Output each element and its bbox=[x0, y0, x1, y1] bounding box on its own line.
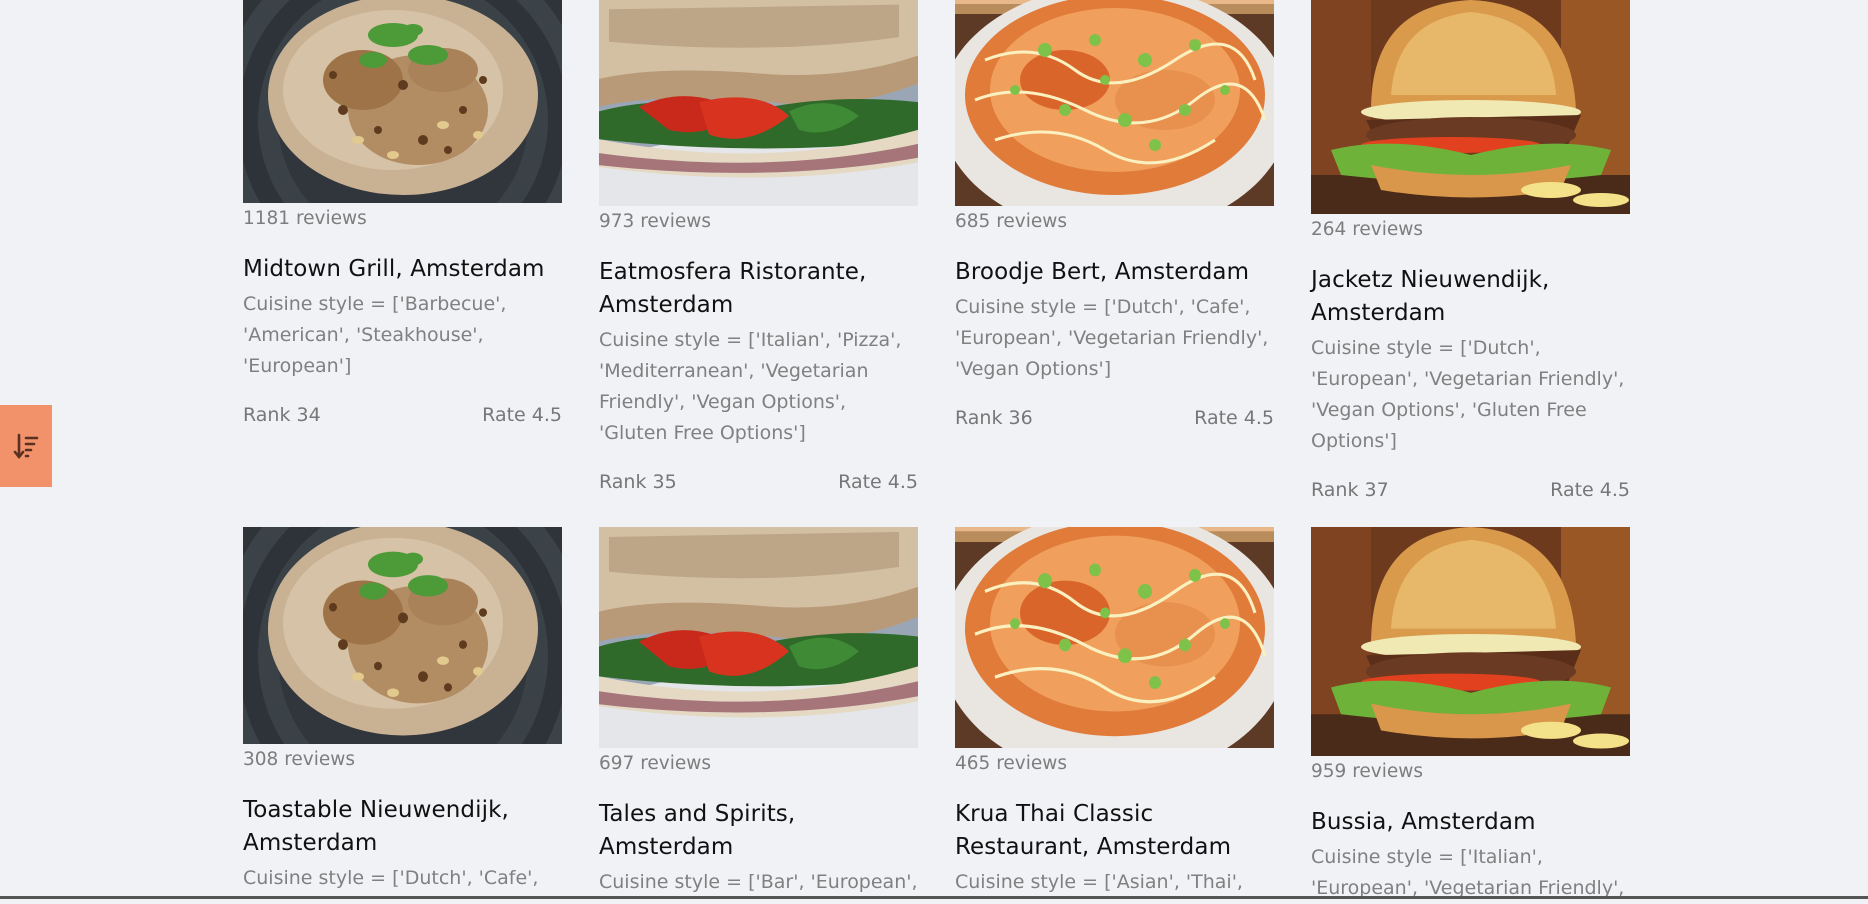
review-count: 308 reviews bbox=[243, 749, 356, 770]
food-photo[interactable] bbox=[955, 0, 1274, 206]
restaurant-card[interactable]: 308 reviews Toastable Nieuwendijk, Amste… bbox=[243, 527, 562, 894]
sort-descending-icon bbox=[13, 433, 39, 459]
rank-rate-row: Rank 36 Rate 4.5 bbox=[955, 405, 1274, 431]
review-count: 264 reviews bbox=[1311, 219, 1424, 240]
cuisine-style: Cuisine style = ['Asian', 'Thai', bbox=[955, 871, 1243, 893]
food-photo[interactable] bbox=[243, 527, 562, 744]
rate-label: Rate 4.5 bbox=[1550, 479, 1630, 501]
rank-label: Rank 36 bbox=[955, 407, 1033, 429]
rank-label: Rank 34 bbox=[243, 404, 321, 426]
cuisine-style: Cuisine style = ['Dutch', 'Cafe', bbox=[243, 867, 539, 889]
food-photo[interactable] bbox=[955, 527, 1274, 748]
restaurant-card[interactable]: 465 reviews Krua Thai Classic Restaurant… bbox=[955, 527, 1274, 898]
review-count: 465 reviews bbox=[955, 753, 1068, 774]
restaurant-name[interactable]: Toastable Nieuwendijk, Amsterdam bbox=[243, 794, 562, 860]
review-count: 1181 reviews bbox=[243, 208, 367, 229]
sort-button[interactable] bbox=[0, 405, 52, 487]
restaurant-name[interactable]: Krua Thai Classic Restaurant, Amsterdam bbox=[955, 798, 1274, 864]
restaurant-name[interactable]: Broodje Bert, Amsterdam bbox=[955, 256, 1274, 289]
rank-rate-row: Rank 34 Rate 4.5 bbox=[243, 402, 562, 428]
restaurant-name[interactable]: Eatmosfera Ristorante, Amsterdam bbox=[599, 256, 918, 322]
restaurant-card[interactable]: 959 reviews Bussia, Amsterdam Cuisine st… bbox=[1311, 527, 1630, 904]
food-photo[interactable] bbox=[243, 0, 562, 203]
food-photo[interactable] bbox=[599, 0, 918, 206]
restaurant-name[interactable]: Tales and Spirits, Amsterdam bbox=[599, 798, 918, 864]
rate-label: Rate 4.5 bbox=[482, 404, 562, 426]
cuisine-style: Cuisine style = ['Barbecue', 'American',… bbox=[243, 293, 507, 377]
cuisine-style: Cuisine style = ['Dutch', 'Cafe', 'Europ… bbox=[955, 296, 1269, 380]
restaurant-grid: 1181 reviews Midtown Grill, Amsterdam Cu… bbox=[0, 0, 1868, 899]
rank-label: Rank 35 bbox=[599, 471, 677, 493]
cuisine-style: Cuisine style = ['Bar', 'European', bbox=[599, 871, 918, 893]
restaurant-name[interactable]: Jacketz Nieuwendijk, Amsterdam bbox=[1311, 264, 1630, 330]
cuisine-style: Cuisine style = ['Italian', 'European', … bbox=[1311, 846, 1625, 899]
review-count: 697 reviews bbox=[599, 753, 712, 774]
cuisine-style: Cuisine style = ['Dutch', 'European', 'V… bbox=[1311, 337, 1625, 452]
rank-rate-row: Rank 37 Rate 4.5 bbox=[1311, 477, 1630, 503]
review-count: 973 reviews bbox=[599, 211, 712, 232]
restaurant-card[interactable]: 973 reviews Eatmosfera Ristorante, Amste… bbox=[599, 0, 918, 495]
restaurant-card[interactable]: 264 reviews Jacketz Nieuwendijk, Amsterd… bbox=[1311, 0, 1630, 503]
cuisine-style: Cuisine style = ['Italian', 'Pizza', 'Me… bbox=[599, 329, 902, 444]
restaurant-name[interactable]: Bussia, Amsterdam bbox=[1311, 806, 1630, 839]
rate-label: Rate 4.5 bbox=[1194, 407, 1274, 429]
rate-label: Rate 4.5 bbox=[838, 471, 918, 493]
restaurant-card[interactable]: 1181 reviews Midtown Grill, Amsterdam Cu… bbox=[243, 0, 562, 428]
restaurant-name[interactable]: Midtown Grill, Amsterdam bbox=[243, 253, 562, 286]
review-count: 685 reviews bbox=[955, 211, 1068, 232]
food-photo[interactable] bbox=[1311, 527, 1630, 756]
rank-rate-row: Rank 35 Rate 4.5 bbox=[599, 469, 918, 495]
restaurant-card[interactable]: 685 reviews Broodje Bert, Amsterdam Cuis… bbox=[955, 0, 1274, 431]
rank-label: Rank 37 bbox=[1311, 479, 1389, 501]
food-photo[interactable] bbox=[599, 527, 918, 748]
review-count: 959 reviews bbox=[1311, 761, 1424, 782]
restaurant-card[interactable]: 697 reviews Tales and Spirits, Amsterdam… bbox=[599, 527, 918, 898]
food-photo[interactable] bbox=[1311, 0, 1630, 214]
